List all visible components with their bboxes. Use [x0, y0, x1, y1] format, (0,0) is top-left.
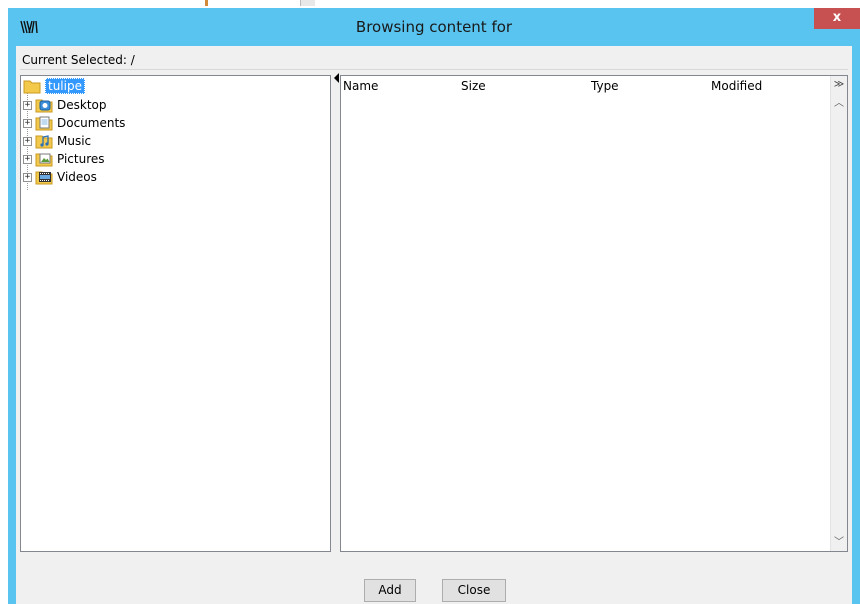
title-bar[interactable]: Browsing content for x — [8, 8, 860, 46]
tree-item-pictures[interactable]: + Pictures — [23, 150, 105, 168]
vertical-scrollbar[interactable]: ≫ ︿ ﹀ — [830, 76, 847, 551]
current-selection-label: Current Selected: / — [22, 53, 135, 67]
column-header-modified[interactable]: Modified — [709, 76, 829, 96]
folder-icon — [23, 80, 41, 94]
close-button[interactable]: Close — [442, 579, 506, 602]
background-window-mark — [205, 0, 208, 6]
videos-folder-icon — [35, 171, 53, 185]
scroll-up-arrow-icon[interactable]: ︿ — [831, 95, 847, 112]
documents-folder-icon — [35, 116, 53, 131]
expand-icon[interactable]: + — [23, 154, 32, 164]
column-header-name[interactable]: Name — [341, 76, 459, 96]
expand-icon[interactable]: + — [23, 172, 32, 182]
pictures-folder-icon — [35, 153, 53, 167]
tree-item-label: Documents — [57, 116, 126, 130]
tree-item-label: Desktop — [57, 98, 107, 112]
tree-item-label: Music — [57, 134, 92, 148]
file-list-header: Name Size Type Modified — [341, 76, 831, 96]
expand-icon[interactable]: + — [23, 136, 32, 146]
expand-icon[interactable]: + — [23, 100, 32, 110]
tree-item-documents[interactable]: + Documents — [23, 114, 125, 132]
background-window-strip — [0, 0, 860, 8]
scroll-down-arrow-icon[interactable]: ﹀ — [831, 534, 847, 551]
expand-icon[interactable]: + — [23, 118, 32, 128]
music-folder-icon — [35, 135, 53, 149]
pane-splitter-arrow-icon[interactable] — [334, 73, 339, 83]
browse-dialog: Browsing content for x Current Selected:… — [8, 8, 860, 604]
column-chooser-icon[interactable]: ≫ — [831, 76, 847, 93]
close-window-button[interactable]: x — [814, 8, 860, 29]
button-bar: Add Close — [16, 556, 852, 604]
tree-root-tulipe[interactable]: tulipe — [23, 77, 85, 95]
tree-item-videos[interactable]: + Videos — [23, 168, 97, 186]
tree-root-label: tulipe — [45, 78, 85, 94]
desktop-folder-icon — [35, 99, 53, 113]
dialog-body: Current Selected: / tulipe + Desktop + D… — [16, 46, 852, 604]
column-header-size[interactable]: Size — [459, 76, 589, 96]
add-button[interactable]: Add — [364, 579, 416, 602]
current-selection-bar: Current Selected: / — [20, 50, 848, 70]
tree-item-music[interactable]: + Music — [23, 132, 91, 150]
tree-item-label: Videos — [57, 170, 97, 184]
window-title: Browsing content for — [355, 18, 513, 36]
background-window-mark — [300, 0, 315, 6]
column-header-type[interactable]: Type — [589, 76, 709, 96]
file-list[interactable]: Name Size Type Modified ≫ ︿ ﹀ — [340, 75, 848, 552]
tree-item-label: Pictures — [57, 152, 105, 166]
tree-item-desktop[interactable]: + Desktop — [23, 96, 107, 114]
folder-tree[interactable]: tulipe + Desktop + Documents + Music + P… — [20, 75, 331, 552]
